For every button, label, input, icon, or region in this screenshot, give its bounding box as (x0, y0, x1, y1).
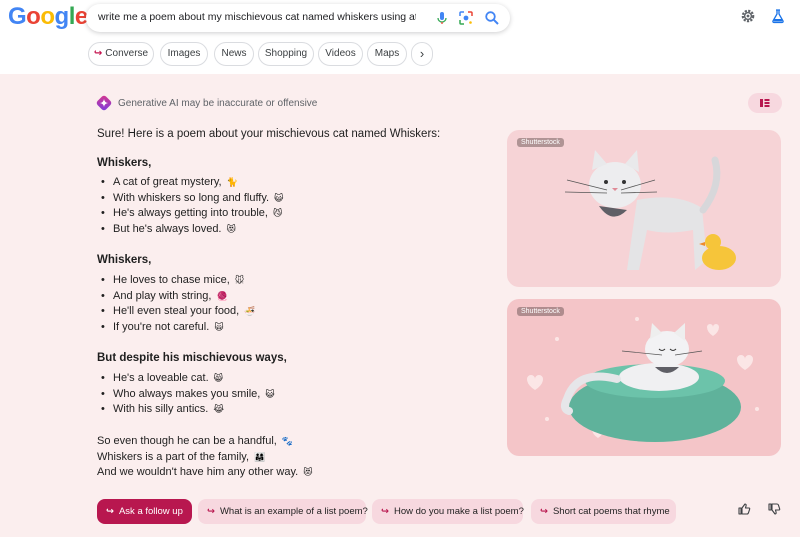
chip-news[interactable]: News (214, 42, 254, 66)
ai-intro-text: Sure! Here is a poem about your mischiev… (97, 128, 441, 140)
header: Google write me a poem about my mischiev… (0, 0, 800, 74)
gemini-sparkle-icon (96, 95, 112, 111)
suggestion-chip[interactable]: ↪ What is an example of a list poem? (198, 499, 368, 524)
poem-line: With whiskers so long and fluffy. 😺 (101, 191, 284, 207)
cat-with-duck-illustration (564, 150, 736, 270)
ai-disclaimer: Generative AI may be inaccurate or offen… (118, 98, 318, 109)
chip-shopping[interactable]: Shopping (258, 42, 314, 66)
layout-icon (760, 99, 770, 107)
cat-in-bed-illustration (527, 317, 759, 442)
poem-line: If you're not careful. 🙀 (101, 320, 256, 336)
logo-letter: G (8, 3, 27, 30)
image-source-label: Shutterstock (517, 138, 564, 147)
poem-line: But he's always loved. 😻 (101, 222, 284, 238)
emoji: 🍜 (244, 306, 256, 316)
emoji: 🐭 (234, 275, 245, 285)
layout-toggle-button[interactable] (748, 93, 782, 113)
stanza-lines: A cat of great mystery, 🐈 With whiskers … (101, 175, 284, 237)
emoji: 😺 (265, 388, 275, 399)
emoji: 🐈 (226, 177, 238, 187)
thumbs-down-icon[interactable] (767, 502, 781, 516)
poem-closing: So even though he can be a handful, 🐾 Wh… (97, 434, 313, 481)
follow-arrow-icon: ↪ (381, 506, 389, 517)
poem-line: So even though he can be a handful, 🐾 (97, 435, 294, 447)
chip-label: What is an example of a list poem? (219, 506, 368, 517)
logo-letter: o (26, 3, 41, 30)
search-icon[interactable] (484, 10, 500, 26)
follow-up-suggestions: ↪ Ask a follow up ↪ What is an example of … (0, 499, 800, 525)
stanza-title: Whiskers, (97, 254, 152, 266)
emoji: 😹 (213, 404, 224, 414)
emoji: 🐾 (281, 436, 294, 446)
gear-icon[interactable] (740, 8, 756, 24)
poem-line: He loves to chase mice, 🐭 (101, 273, 256, 289)
chip-label: Images (167, 48, 201, 59)
emoji: 😻 (226, 223, 236, 234)
image-card-cat-duck[interactable]: Shutterstock (507, 130, 781, 287)
chip-converse[interactable]: ↪ Converse (88, 42, 154, 66)
emoji: 🧶 (216, 290, 228, 301)
chip-label: How do you make a list poem? (393, 506, 524, 517)
chip-label: Converse (105, 48, 149, 59)
poem-line: And play with string, 🧶 (101, 289, 256, 305)
poem-line: Whiskers is a part of the family, 👨‍👩‍👧 (97, 450, 266, 463)
chip-maps[interactable]: Maps (367, 42, 407, 66)
emoji: 😻 (303, 467, 313, 477)
chip-more-chevron[interactable]: › (411, 42, 433, 66)
poem-line: He'll even steal your food, 🍜 (101, 304, 256, 320)
search-box[interactable]: write me a poem about my mischievous cat… (86, 4, 510, 32)
thumbs-up-icon[interactable] (737, 502, 751, 516)
mic-icon[interactable] (434, 10, 450, 26)
emoji: 🙀 (214, 321, 224, 332)
google-logo[interactable]: Google (8, 4, 88, 30)
suggestion-chip[interactable]: ↪ How do you make a list poem? (372, 499, 524, 524)
follow-arrow-icon: ↪ (207, 506, 215, 517)
stanza-lines: He's a loveable cat. 😸 Who always makes … (101, 371, 275, 418)
chip-label: Short cat poems that rhyme (552, 506, 670, 517)
poem-line: With his silly antics. 😹 (101, 402, 275, 418)
image-card-cat-bed[interactable]: Shutterstock (507, 299, 781, 456)
emoji: 😺 (274, 192, 284, 203)
follow-arrow-icon: ↪ (540, 506, 548, 517)
poem-line: He's a loveable cat. 😸 (101, 371, 275, 387)
chip-label: Maps (374, 48, 400, 59)
poem-line: A cat of great mystery, 🐈 (101, 175, 284, 191)
chip-images[interactable]: Images (160, 42, 208, 66)
chevron-right-icon: › (419, 46, 425, 61)
lens-icon[interactable] (458, 10, 474, 26)
poem-line: And we wouldn't have him any other way. … (97, 466, 313, 478)
suggestion-chip[interactable]: ↪ Short cat poems that rhyme (531, 499, 676, 524)
follow-arrow-icon: ↪ (93, 48, 103, 59)
chip-label: News (221, 48, 247, 59)
ai-overview: Generative AI may be inaccurate or offen… (0, 74, 800, 537)
button-label: Ask a follow up (118, 506, 183, 517)
emoji: 👨‍👩‍👧 (254, 451, 266, 462)
poem-line: Who always makes you smile, 😺 (101, 387, 275, 403)
search-input[interactable]: write me a poem about my mischievous cat… (98, 11, 416, 23)
stanza-title: But despite his mischievous ways, (97, 352, 287, 364)
ask-follow-up-button[interactable]: ↪ Ask a follow up (97, 499, 192, 524)
follow-arrow-icon: ↪ (106, 506, 114, 517)
chip-label: Videos (325, 48, 356, 59)
emoji: 😼 (273, 208, 283, 218)
emoji: 😸 (213, 373, 224, 383)
stanza-title: Whiskers, (97, 157, 152, 169)
image-source-label: Shutterstock (517, 307, 564, 316)
logo-letter: g (54, 3, 70, 30)
chip-label: Shopping (264, 48, 308, 59)
poem-line: He's always getting into trouble, 😼 (101, 206, 284, 222)
chip-videos[interactable]: Videos (318, 42, 363, 66)
stanza-lines: He loves to chase mice, 🐭 And play with … (101, 273, 256, 335)
labs-flask-icon[interactable] (770, 8, 786, 24)
logo-letter: o (40, 3, 55, 30)
